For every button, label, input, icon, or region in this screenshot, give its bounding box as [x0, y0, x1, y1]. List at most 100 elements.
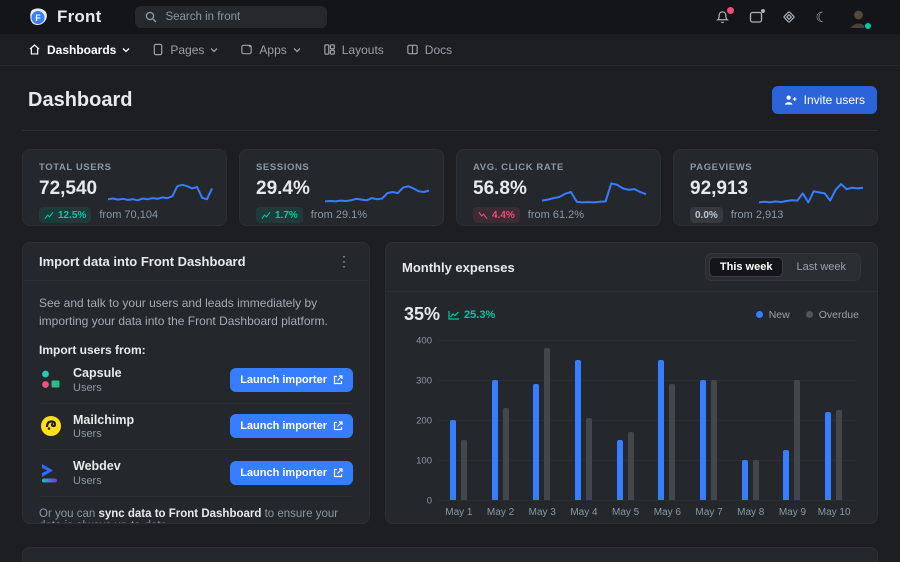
home-icon — [28, 43, 41, 56]
nav-item-docs[interactable]: Docs — [406, 43, 452, 57]
search-input[interactable] — [165, 11, 317, 23]
bar-overdue[interactable] — [586, 418, 592, 500]
bar-overdue[interactable] — [461, 440, 467, 500]
x-axis-tick: May 6 — [645, 507, 689, 518]
kebab-menu-icon[interactable]: ⋮ — [335, 253, 353, 270]
navbar-actions: ☾ — [715, 6, 870, 29]
webdev-logo-icon — [39, 461, 63, 485]
expenses-bar-chart[interactable]: 0100200300400May 1May 2May 3May 4May 5Ma… — [438, 341, 855, 524]
y-axis-tick: 400 — [406, 336, 432, 347]
week-toggle-group: This week Last week — [705, 253, 861, 281]
capsule-logo-icon — [39, 368, 63, 392]
sparkline-chart — [757, 167, 865, 213]
nav-item-pages[interactable]: Pages — [152, 43, 218, 57]
bar-overdue[interactable] — [753, 460, 759, 500]
bar-overdue[interactable] — [544, 348, 550, 500]
x-axis-tick: May 8 — [729, 507, 773, 518]
bar-new[interactable] — [825, 412, 831, 500]
legend-item-new: New — [756, 309, 790, 321]
trend-chart-icon — [44, 211, 54, 220]
toggle-last-week[interactable]: Last week — [785, 257, 857, 277]
launch-importer-button[interactable]: Launch importer — [230, 414, 353, 438]
bar-overdue[interactable] — [669, 384, 675, 500]
main-nav: Dashboards Pages Apps Layouts Docs — [0, 34, 900, 66]
y-axis-tick: 100 — [406, 456, 432, 467]
import-data-card: Import data into Front Dashboard ⋮ See a… — [22, 242, 370, 524]
trend-badge: 1.7% — [256, 207, 303, 223]
partial-bottom-card — [22, 547, 878, 562]
invite-users-button[interactable]: Invite users — [772, 86, 877, 114]
bar-overdue[interactable] — [503, 408, 509, 500]
apps-grid-button[interactable] — [782, 10, 796, 24]
nav-item-layouts[interactable]: Layouts — [323, 43, 384, 57]
launch-importer-button[interactable]: Launch importer — [230, 461, 353, 485]
bar-new[interactable] — [700, 380, 706, 500]
trend-badge: 0.0% — [690, 207, 723, 223]
chevron-down-icon — [210, 47, 218, 53]
top-navbar: F Front — [0, 0, 900, 34]
online-status-dot — [864, 22, 872, 30]
bar-new[interactable] — [742, 460, 748, 500]
bar-new[interactable] — [658, 360, 664, 500]
bar-new[interactable] — [533, 384, 539, 500]
mailchimp-logo-icon — [39, 414, 63, 438]
list-item-mailchimp: Mailchimp Users Launch importer — [39, 404, 353, 451]
gridline — [438, 460, 855, 461]
gridline — [438, 380, 855, 381]
notifications-button[interactable] — [715, 10, 730, 25]
brand-logo[interactable]: F Front — [28, 7, 101, 28]
front-logo-icon: F — [28, 7, 49, 28]
activity-window-button[interactable] — [749, 10, 763, 24]
chart-legend: New Overdue — [756, 309, 859, 321]
moon-icon: ☾ — [815, 10, 828, 24]
bar-new[interactable] — [783, 450, 789, 500]
nav-item-dashboards[interactable]: Dashboards — [28, 43, 130, 57]
bar-overdue[interactable] — [836, 410, 842, 500]
stat-card-pageviews[interactable]: Pageviews 92,913 0.0% from 2,913 — [673, 149, 878, 226]
y-axis-tick: 0 — [406, 496, 432, 507]
dark-mode-toggle[interactable]: ☾ — [815, 10, 828, 24]
import-description: See and talk to your users and leads imm… — [39, 294, 353, 330]
stat-card-sessions[interactable]: Sessions 29.4% 1.7% from 29.1% — [239, 149, 444, 226]
user-avatar[interactable] — [847, 6, 870, 29]
global-search[interactable] — [135, 6, 327, 28]
bar-overdue[interactable] — [711, 380, 717, 500]
sync-data-link[interactable]: sync data to Front Dashboard — [98, 508, 261, 520]
stat-card-avg-click-rate[interactable]: Avg. click rate 56.8% 4.4% from 61.2% — [456, 149, 661, 226]
bar-new[interactable] — [575, 360, 581, 500]
nav-item-apps[interactable]: Apps — [240, 43, 300, 57]
bar-new[interactable] — [617, 440, 623, 500]
x-axis-tick: May 7 — [687, 507, 731, 518]
expenses-delta: 25.3% — [448, 309, 495, 321]
y-axis-tick: 200 — [406, 416, 432, 427]
launch-importer-button[interactable]: Launch importer — [230, 368, 353, 392]
toggle-this-week[interactable]: This week — [709, 257, 784, 277]
page-header: Dashboard Invite users — [0, 66, 900, 130]
trend-chart-icon — [478, 211, 488, 220]
activity-dot — [761, 9, 765, 13]
file-icon — [152, 43, 164, 56]
trend-badge: 4.4% — [473, 207, 520, 223]
legend-dot-new — [756, 311, 763, 318]
sparkline-chart — [323, 167, 431, 213]
chevron-down-icon — [293, 47, 301, 53]
sparkline-chart — [106, 167, 214, 213]
x-axis-tick: May 10 — [812, 507, 856, 518]
stat-card-total-users[interactable]: Total users 72,540 12.5% from 70,104 — [22, 149, 227, 226]
expenses-card-title: Monthly expenses — [402, 260, 515, 275]
x-axis-tick: May 4 — [562, 507, 606, 518]
person-plus-icon — [784, 94, 797, 106]
x-axis-tick: May 5 — [604, 507, 648, 518]
bar-new[interactable] — [492, 380, 498, 500]
x-axis-tick: May 3 — [520, 507, 564, 518]
import-card-title: Import data into Front Dashboard — [39, 254, 246, 269]
trend-chart-icon — [261, 211, 271, 220]
gridline — [438, 340, 855, 341]
bar-new[interactable] — [450, 420, 456, 500]
external-link-icon — [333, 468, 343, 478]
cards-row: Import data into Front Dashboard ⋮ See a… — [22, 242, 878, 524]
bar-overdue[interactable] — [628, 432, 634, 500]
list-item-capsule: Capsule Users Launch importer — [39, 357, 353, 404]
header-divider — [22, 130, 878, 131]
bar-overdue[interactable] — [794, 380, 800, 500]
